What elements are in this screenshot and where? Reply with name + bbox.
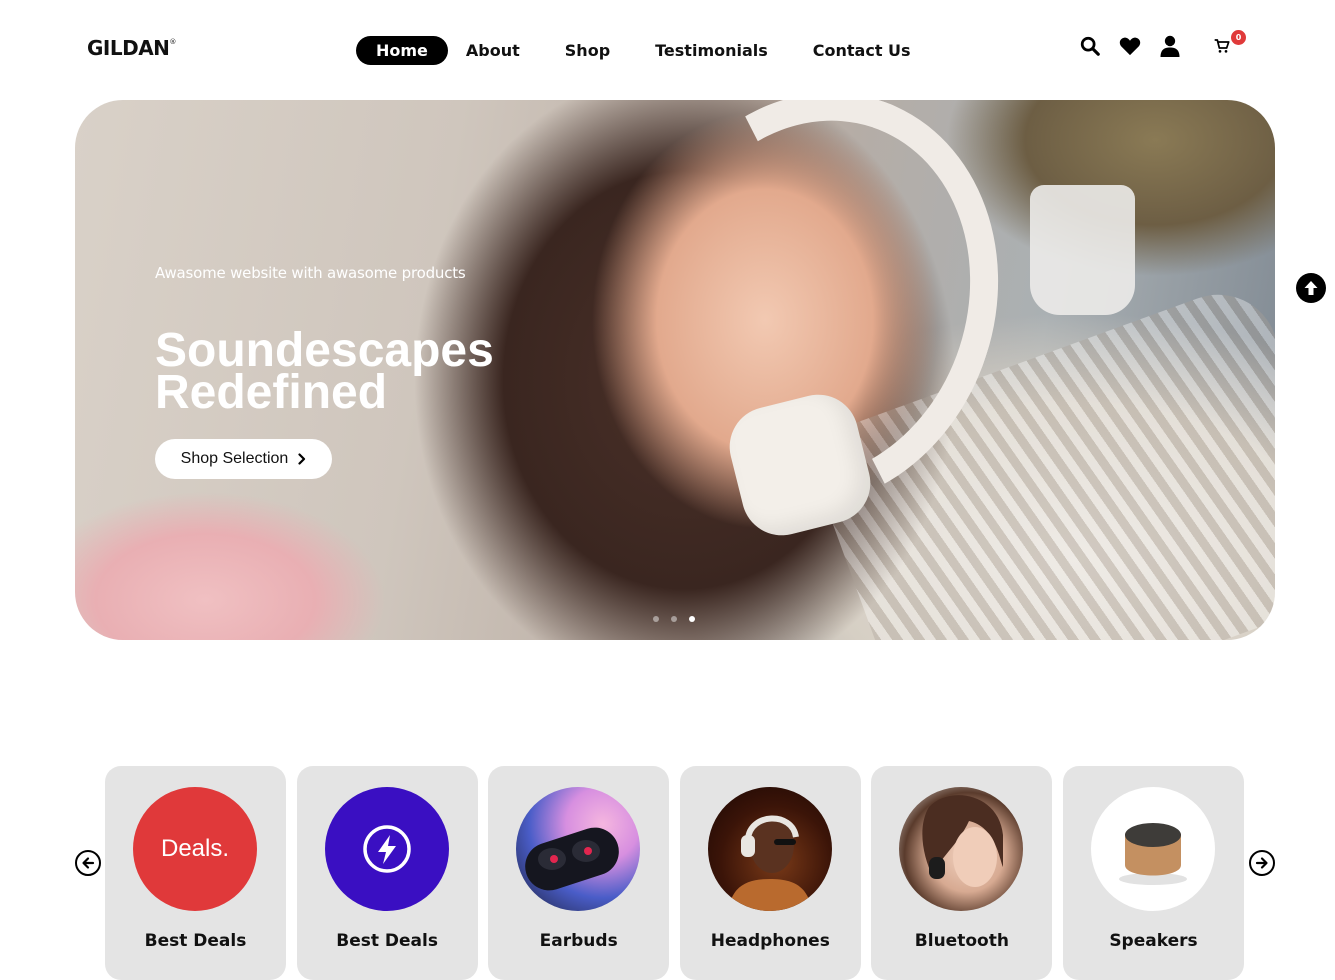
search-icon[interactable] bbox=[1078, 34, 1102, 58]
person-headphones-icon bbox=[727, 815, 812, 911]
slider-dot-2[interactable] bbox=[671, 616, 677, 622]
category-label: Best Deals bbox=[336, 931, 438, 951]
category-card-speakers[interactable]: Speakers bbox=[1062, 766, 1244, 980]
category-card-earbuds[interactable]: Earbuds bbox=[488, 766, 670, 980]
headphones-image bbox=[707, 787, 832, 911]
hero-banner: Awasome website with awasome products So… bbox=[75, 100, 1275, 640]
slider-dot-3[interactable] bbox=[689, 616, 695, 622]
chevron-right-icon bbox=[298, 453, 306, 465]
hero-title: Soundescapes Redefined bbox=[155, 324, 494, 419]
category-label: Best Deals bbox=[144, 931, 247, 951]
earbuds-icon bbox=[525, 827, 620, 891]
shop-selection-button[interactable]: Shop Selection bbox=[155, 439, 332, 479]
nav-testimonials[interactable]: Testimonials bbox=[635, 36, 788, 65]
deals-text: Deals. bbox=[160, 835, 230, 862]
cart-icon[interactable]: 0 bbox=[1210, 30, 1246, 58]
flash-badge-image bbox=[324, 787, 449, 911]
arrow-right-icon bbox=[1255, 857, 1268, 869]
header-icons: 0 bbox=[1078, 30, 1246, 58]
carousel-prev-button[interactable] bbox=[75, 850, 101, 876]
scroll-to-top-button[interactable] bbox=[1296, 273, 1326, 303]
hero-subtitle: Awasome website with awasome products bbox=[155, 264, 466, 282]
category-card-best-deals[interactable]: Deals. Best Deals bbox=[105, 766, 286, 980]
nav-shop[interactable]: Shop bbox=[545, 36, 630, 65]
person-bluetooth-icon bbox=[922, 795, 1004, 887]
logo-text: GILDAN bbox=[87, 36, 170, 60]
earbuds-image bbox=[516, 787, 641, 911]
category-label: Earbuds bbox=[539, 931, 618, 951]
heart-icon[interactable] bbox=[1118, 34, 1142, 58]
slider-dots bbox=[653, 616, 707, 622]
bluetooth-headset-image bbox=[899, 787, 1024, 911]
category-carousel: Deals. Best Deals Best Deals Earbuds Hea… bbox=[105, 766, 1255, 980]
category-card-best-deals-flash[interactable]: Best Deals bbox=[296, 766, 478, 980]
category-label: Speakers bbox=[1109, 931, 1198, 951]
arrow-left-icon bbox=[82, 857, 95, 869]
cart-count-badge: 0 bbox=[1231, 30, 1246, 45]
main-nav: Home About Shop Testimonials Contact Us bbox=[356, 36, 936, 65]
deals-badge-image: Deals. bbox=[133, 787, 257, 911]
category-card-headphones[interactable]: Headphones bbox=[679, 766, 861, 980]
lightning-icon bbox=[362, 825, 411, 873]
nav-about[interactable]: About bbox=[453, 36, 540, 65]
logo-registered-mark: ® bbox=[169, 38, 176, 46]
slider-dot-1[interactable] bbox=[653, 616, 659, 622]
user-icon[interactable] bbox=[1158, 34, 1182, 58]
category-label: Bluetooth bbox=[914, 931, 1009, 951]
shop-selection-label: Shop Selection bbox=[180, 450, 289, 467]
speaker-image bbox=[1090, 787, 1215, 911]
category-label: Headphones bbox=[710, 931, 830, 951]
category-card-bluetooth[interactable]: Bluetooth bbox=[871, 766, 1053, 980]
nav-home[interactable]: Home bbox=[356, 36, 448, 65]
hero-cup-decor bbox=[1030, 185, 1135, 315]
arrow-up-icon bbox=[1304, 281, 1318, 295]
site-logo[interactable]: GILDAN® bbox=[87, 36, 176, 60]
nav-contact-us[interactable]: Contact Us bbox=[793, 36, 931, 65]
speaker-icon bbox=[1118, 823, 1187, 885]
